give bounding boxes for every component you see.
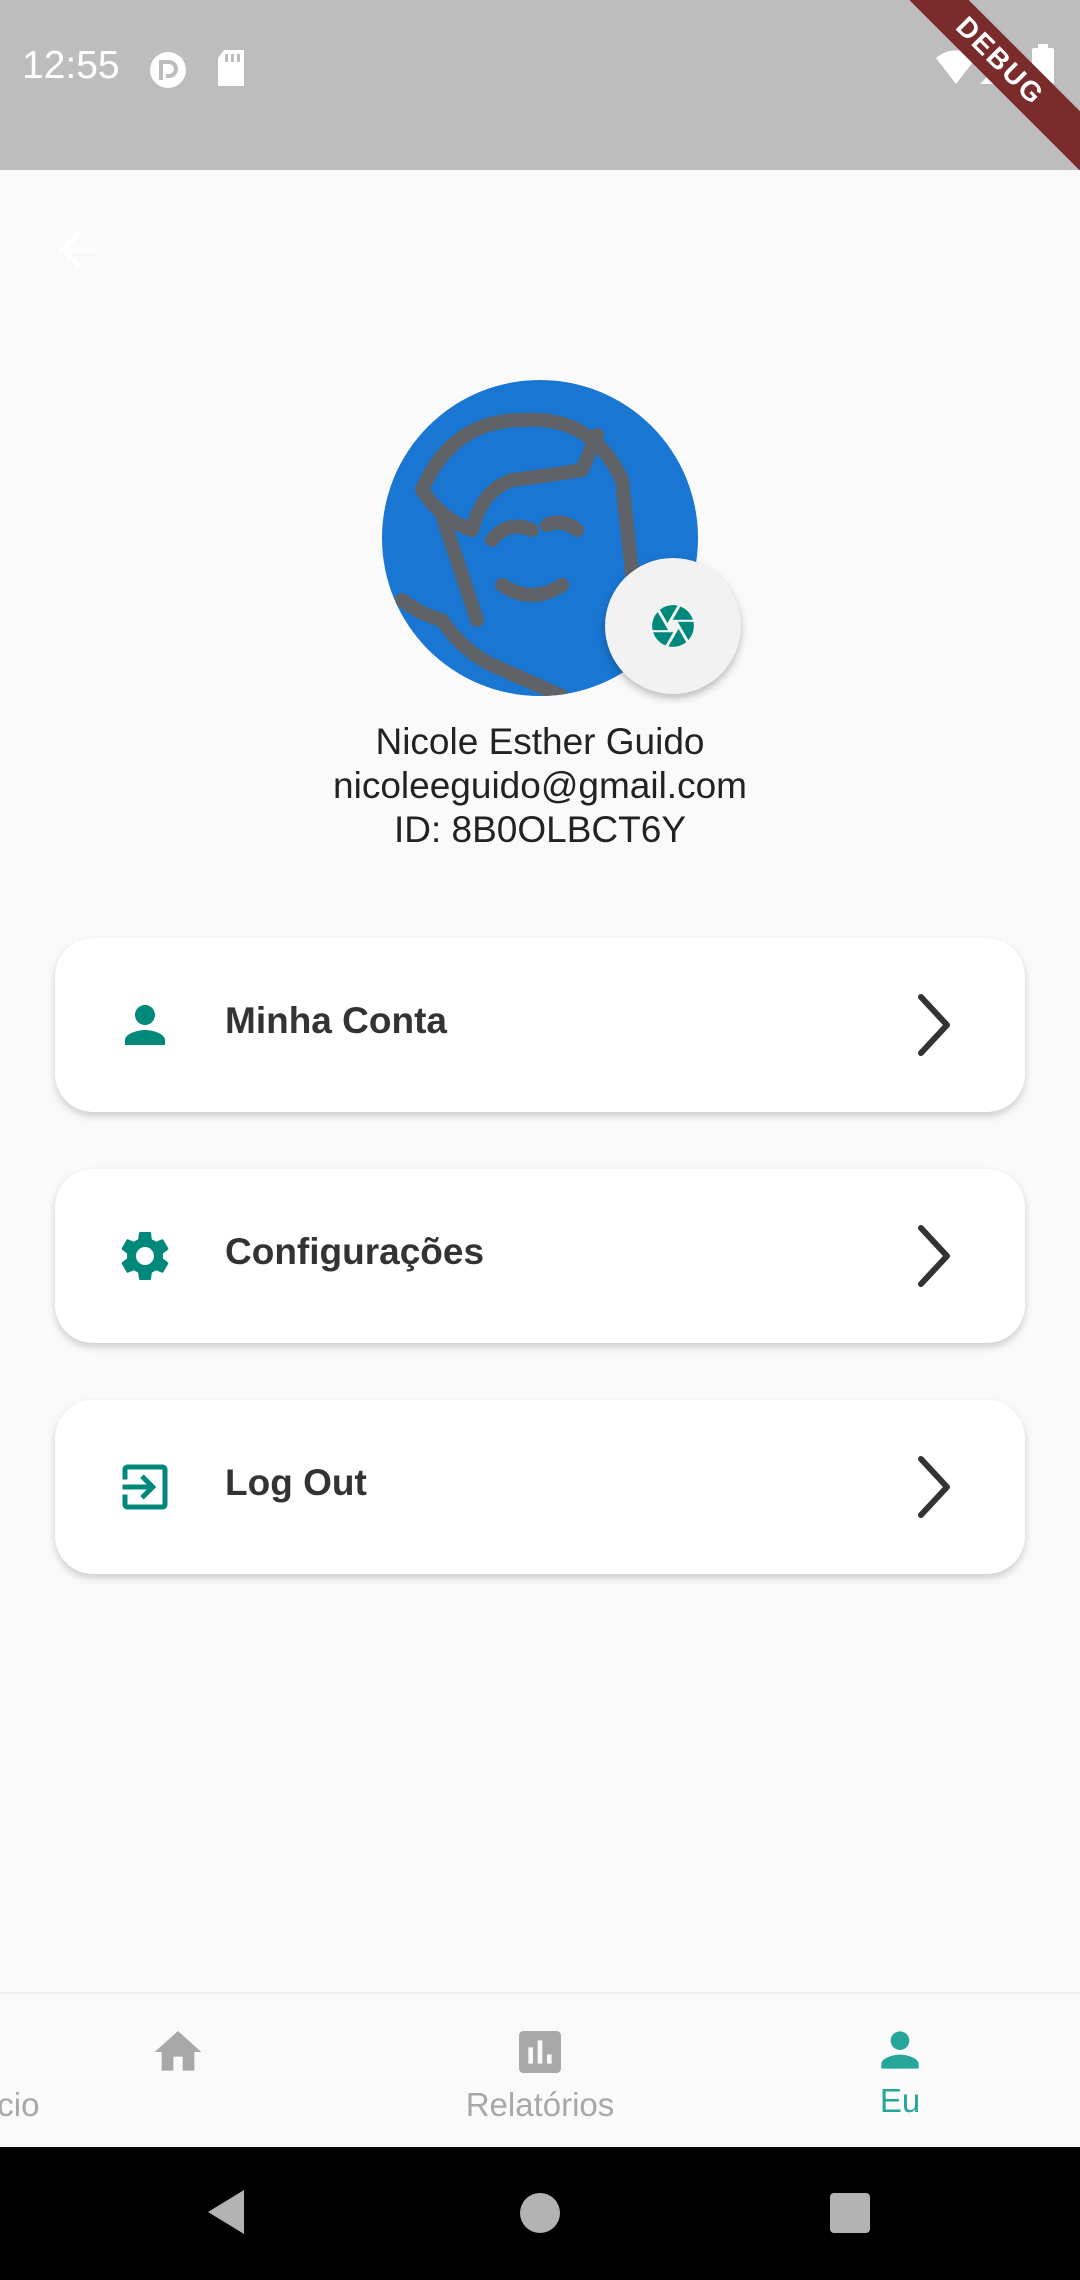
bottom-navigation: Início Relatórios Eu bbox=[0, 1992, 1080, 2149]
profile-info: Nicole Esther Guido nicoleeguido@gmail.c… bbox=[0, 720, 1080, 852]
profile-name: Nicole Esther Guido bbox=[375, 721, 705, 762]
gear-icon bbox=[121, 1232, 169, 1280]
person-icon bbox=[881, 2031, 919, 2069]
camera-shutter-icon bbox=[652, 605, 694, 647]
chart-icon bbox=[519, 2031, 561, 2073]
nav-item-eu[interactable]: Eu bbox=[720, 1994, 1080, 2149]
nav-item-inicio[interactable]: Início bbox=[0, 1994, 360, 2149]
menu-item-log-out[interactable]: Log Out bbox=[55, 1400, 1025, 1574]
menu-item-label: Minha Conta bbox=[225, 1000, 447, 1041]
logout-icon bbox=[122, 1464, 168, 1510]
chevron-right-icon bbox=[918, 994, 950, 1056]
profile-id: ID: 8B0OLBCT6Y bbox=[393, 809, 686, 850]
menu-item-label: Configurações bbox=[225, 1231, 485, 1272]
home-icon bbox=[154, 2031, 202, 2071]
recents-square-icon[interactable] bbox=[829, 2192, 871, 2234]
system-navigation-bar bbox=[0, 2147, 1080, 2280]
nav-item-label: Início bbox=[0, 2086, 40, 2123]
home-circle-icon[interactable] bbox=[518, 2191, 562, 2235]
menu-item-minha-conta[interactable]: Minha Conta bbox=[55, 938, 1025, 1112]
chevron-right-icon bbox=[918, 1225, 950, 1287]
back-triangle-icon[interactable] bbox=[204, 2187, 248, 2237]
status-bar: 12:55 DEBUG bbox=[0, 0, 1080, 170]
menu-item-label: Log Out bbox=[225, 1462, 367, 1503]
nav-item-label: Relatórios bbox=[465, 2086, 615, 2123]
person-icon bbox=[125, 1005, 165, 1045]
back-arrow-icon[interactable] bbox=[50, 222, 106, 278]
change-photo-button[interactable] bbox=[605, 558, 741, 694]
status-time: 12:55 bbox=[22, 44, 120, 87]
pocketcasts-icon bbox=[150, 52, 186, 88]
menu-item-configuracoes[interactable]: Configurações bbox=[55, 1169, 1025, 1343]
sd-card-icon bbox=[218, 50, 244, 86]
nav-item-label: Eu bbox=[879, 2082, 921, 2119]
nav-item-relatorios[interactable]: Relatórios bbox=[360, 1994, 720, 2149]
debug-banner: DEBUG bbox=[872, 0, 1080, 170]
profile-email: nicoleeguido@gmail.com bbox=[333, 765, 747, 806]
chevron-right-icon bbox=[918, 1456, 950, 1518]
